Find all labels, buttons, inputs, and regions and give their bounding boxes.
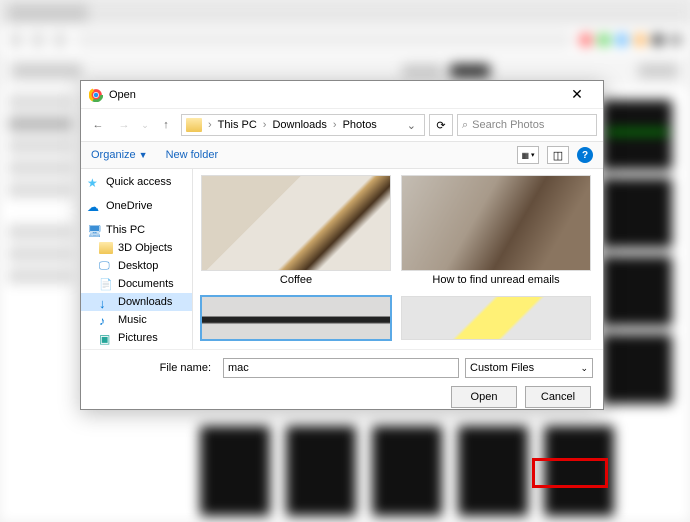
breadcrumb-segment[interactable]: Photos bbox=[339, 119, 381, 131]
navigation-tree: ★Quick access ☁OneDrive 🖥This PC 3D Obje… bbox=[81, 169, 193, 349]
file-thumbnail bbox=[201, 296, 391, 340]
cancel-button[interactable]: Cancel bbox=[525, 386, 591, 408]
file-type-filter[interactable]: Custom Files⌄ bbox=[465, 358, 593, 378]
folder-icon bbox=[99, 242, 113, 254]
dialog-toolbar: Organize▼ New folder ▦▾ ◫ ? bbox=[81, 141, 603, 169]
tree-pictures[interactable]: ▣Pictures bbox=[81, 329, 192, 347]
tree-onedrive[interactable]: ☁OneDrive bbox=[81, 197, 192, 215]
open-button[interactable]: Open bbox=[451, 386, 517, 408]
new-folder-button[interactable]: New folder bbox=[166, 149, 219, 161]
tree-this-pc[interactable]: 🖥This PC bbox=[81, 221, 192, 239]
download-icon: ↓ bbox=[99, 296, 113, 308]
file-thumbnail bbox=[201, 175, 391, 271]
file-thumbnail bbox=[401, 175, 591, 271]
file-item[interactable]: How to find unread emails bbox=[401, 175, 591, 286]
music-icon: ♪ bbox=[99, 314, 113, 326]
close-button[interactable]: ✕ bbox=[559, 85, 595, 105]
breadcrumb-segment[interactable]: Downloads bbox=[268, 119, 330, 131]
chrome-icon bbox=[89, 88, 103, 102]
file-item[interactable] bbox=[201, 296, 391, 340]
filename-input[interactable] bbox=[223, 358, 459, 378]
pc-icon: 🖥 bbox=[87, 224, 101, 236]
documents-icon: 📄 bbox=[99, 278, 113, 290]
view-mode-button[interactable]: ▦▾ bbox=[517, 146, 539, 164]
tree-downloads[interactable]: ↓Downloads bbox=[81, 293, 192, 311]
breadcrumb-dropdown-icon[interactable]: ⌄ bbox=[403, 119, 420, 132]
up-button[interactable]: ↑ bbox=[155, 114, 177, 136]
dialog-footer: File name: Custom Files⌄ Open Cancel bbox=[81, 349, 603, 418]
filename-label: File name: bbox=[91, 362, 217, 374]
organize-button[interactable]: Organize▼ bbox=[91, 149, 148, 161]
breadcrumb-bar[interactable]: › This PC › Downloads › Photos ⌄ bbox=[181, 114, 425, 136]
pictures-icon: ▣ bbox=[99, 332, 113, 344]
breadcrumb-segment[interactable]: This PC bbox=[214, 119, 261, 131]
refresh-button[interactable]: ⟳ bbox=[429, 114, 453, 136]
forward-button[interactable]: → bbox=[113, 114, 135, 136]
tree-documents[interactable]: 📄Documents bbox=[81, 275, 192, 293]
cloud-icon: ☁ bbox=[87, 200, 101, 212]
star-icon: ★ bbox=[87, 176, 101, 188]
desktop-icon: 🖵 bbox=[99, 260, 113, 272]
dialog-title: Open bbox=[109, 89, 136, 101]
tree-desktop[interactable]: 🖵Desktop bbox=[81, 257, 192, 275]
file-list: Coffee How to find unread emails bbox=[193, 169, 603, 349]
file-item[interactable] bbox=[401, 296, 591, 340]
folder-icon bbox=[186, 118, 202, 132]
navigation-bar: ← → ⌄ ↑ › This PC › Downloads › Photos ⌄… bbox=[81, 109, 603, 141]
recent-dropdown-icon[interactable]: ⌄ bbox=[139, 114, 151, 136]
chevron-down-icon: ▼ bbox=[139, 150, 148, 160]
tree-quick-access[interactable]: ★Quick access bbox=[81, 173, 192, 191]
preview-pane-button[interactable]: ◫ bbox=[547, 146, 569, 164]
tree-videos[interactable]: ▶Videos bbox=[81, 347, 192, 349]
file-thumbnail bbox=[401, 296, 591, 340]
help-icon[interactable]: ? bbox=[577, 147, 593, 163]
open-file-dialog: Open ✕ ← → ⌄ ↑ › This PC › Downloads › P… bbox=[80, 80, 604, 410]
search-icon: ⌕ bbox=[462, 119, 468, 132]
dialog-titlebar: Open ✕ bbox=[81, 81, 603, 109]
file-item[interactable]: Coffee bbox=[201, 175, 391, 286]
search-input[interactable]: ⌕ Search Photos bbox=[457, 114, 597, 136]
file-name: How to find unread emails bbox=[432, 274, 559, 286]
tree-3d-objects[interactable]: 3D Objects bbox=[81, 239, 192, 257]
file-name: Coffee bbox=[280, 274, 312, 286]
back-button[interactable]: ← bbox=[87, 114, 109, 136]
search-placeholder: Search Photos bbox=[472, 119, 544, 131]
tree-music[interactable]: ♪Music bbox=[81, 311, 192, 329]
chevron-down-icon: ⌄ bbox=[580, 363, 588, 374]
